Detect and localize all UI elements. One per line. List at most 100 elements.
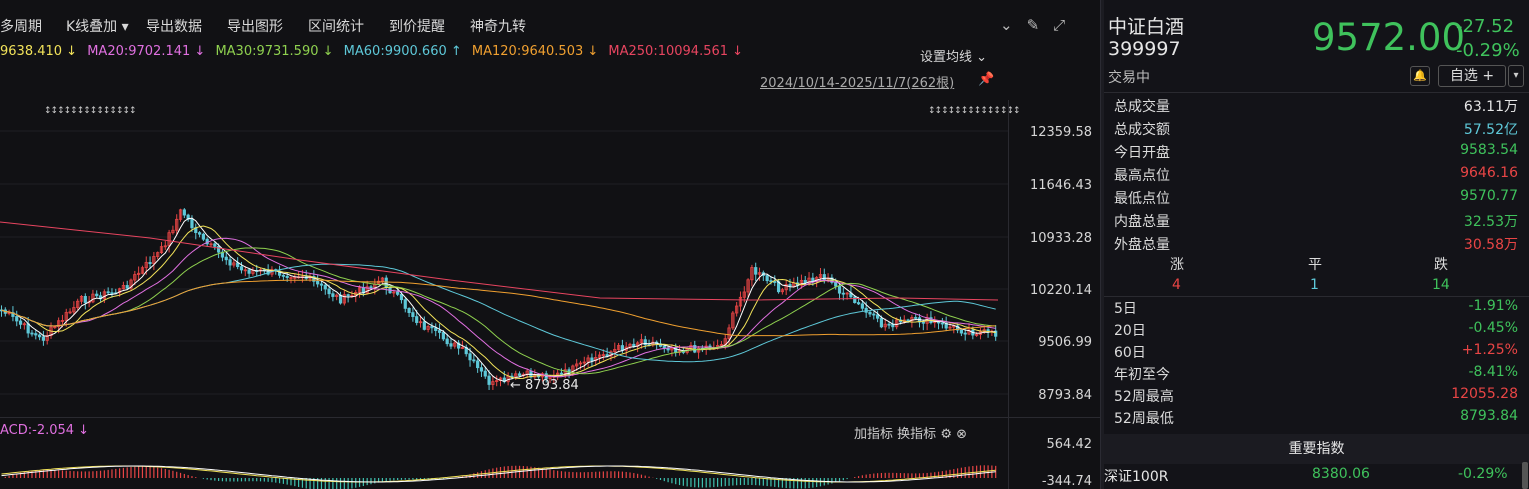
- price-change-pct: -0.29%: [1456, 40, 1520, 61]
- candle-body: [316, 280, 320, 285]
- price-alert-button[interactable]: 到价提醒: [389, 16, 445, 36]
- trading-status: 交易中: [1108, 70, 1150, 86]
- y-tick: 9506.99: [1038, 335, 1092, 350]
- quote-value: 9570.77: [1460, 188, 1518, 204]
- candle-body: [125, 285, 129, 289]
- candle-body: [327, 288, 331, 295]
- candle-body: [834, 282, 838, 287]
- chevron-down-icon[interactable]: ▾: [1508, 65, 1524, 87]
- candle-body: [201, 233, 205, 240]
- candle-body: [856, 302, 861, 305]
- candle-body: [476, 360, 480, 369]
- magic-nine-button[interactable]: 神奇九转: [470, 16, 526, 36]
- candle-body: [773, 281, 777, 283]
- index-name: 深证100R: [1104, 469, 1169, 485]
- candle-body: [872, 313, 876, 316]
- candle-body: [384, 277, 388, 289]
- candle-body: [422, 321, 426, 330]
- candle-body: [213, 243, 217, 247]
- y-tick: 10220.14: [1029, 283, 1092, 298]
- candle-body: [396, 291, 400, 295]
- candle-body: [182, 209, 186, 216]
- kline-overlay-button[interactable]: K线叠加 ▾: [66, 16, 129, 36]
- quote-value: 32.53万: [1463, 214, 1518, 230]
- export-graph-button[interactable]: 导出图形: [227, 16, 283, 36]
- divider: [0, 417, 1100, 418]
- expand-icon[interactable]: ⤢: [1053, 16, 1065, 34]
- quote-row: 最高点位 9646.16: [1114, 165, 1518, 187]
- candle-body: [445, 338, 449, 345]
- important-index-header[interactable]: 重要指数: [1104, 434, 1529, 464]
- candle-body: [468, 353, 472, 361]
- chart-toolbar: 多周期 K线叠加 ▾ 导出数据 导出图形 区间统计 到价提醒 神奇九转 ⌄ ✎ …: [0, 8, 1100, 42]
- candle-body: [472, 359, 476, 362]
- add-watchlist-button[interactable]: 自选 +: [1438, 65, 1506, 87]
- period-value: -1.91%: [1468, 298, 1518, 314]
- macd-chart[interactable]: [0, 440, 1008, 489]
- period-row: 20日 -0.45%: [1114, 320, 1518, 342]
- price-change: -27.52: [1456, 16, 1515, 37]
- quote-key: 总成交量: [1114, 99, 1170, 115]
- candle-body: [190, 218, 194, 229]
- candle-body: [853, 296, 857, 303]
- pin-icon[interactable]: 📌: [978, 72, 994, 87]
- bell-icon[interactable]: 🔔: [1410, 66, 1430, 86]
- chart-panel: 多周期 K线叠加 ▾ 导出数据 导出图形 区间统计 到价提醒 神奇九转 ⌄ ✎ …: [0, 0, 1100, 489]
- divider: [1104, 296, 1529, 297]
- range-stats-button[interactable]: 区间统计: [308, 16, 364, 36]
- candle-body: [403, 299, 407, 309]
- quote-key: 最低点位: [1114, 191, 1170, 207]
- period-value: -8.41%: [1468, 364, 1518, 380]
- period-value: +1.25%: [1461, 342, 1518, 358]
- macd-y-tick: 564.42: [1046, 437, 1093, 452]
- candle-body: [30, 332, 34, 335]
- ma-line: [1, 217, 996, 382]
- candle-body: [411, 312, 415, 317]
- ma-line: [1, 247, 996, 375]
- chevron-circle-icon[interactable]: ⌄: [1000, 16, 1013, 34]
- brush-icon[interactable]: ✎: [1027, 16, 1040, 34]
- ma60-value: MA60:9900.660 ↑: [343, 44, 462, 59]
- set-ma-button[interactable]: 设置均线 ⌄: [920, 46, 987, 65]
- down-count: 14: [1432, 277, 1450, 293]
- candle-body: [940, 322, 944, 325]
- candle-body: [906, 319, 910, 322]
- scrollbar[interactable]: [1522, 462, 1528, 489]
- candle-body: [331, 293, 335, 297]
- candle-body: [662, 345, 666, 349]
- candle-body: [487, 375, 491, 385]
- candle-body: [430, 326, 434, 329]
- export-data-button[interactable]: 导出数据: [146, 16, 202, 36]
- quote-value: 30.58万: [1463, 237, 1518, 253]
- period-key: 5日: [1114, 301, 1137, 317]
- index-value: 8380.06: [1312, 466, 1370, 482]
- candle-body: [868, 311, 872, 315]
- ma120-value: MA120:9640.503 ↓: [471, 44, 599, 59]
- candle-body: [15, 316, 19, 322]
- candle-body: [921, 321, 925, 324]
- ma250-value: MA250:10094.561 ↓: [608, 44, 744, 59]
- ma20-value: MA20:9702.141 ↓: [87, 44, 206, 59]
- macd-value: ACD:-2.054 ↓: [0, 423, 90, 438]
- candle-body: [479, 367, 484, 372]
- candle-body: [236, 262, 240, 268]
- candle-body: [860, 303, 864, 309]
- period-row: 年初至今 -8.41%: [1114, 364, 1518, 386]
- candle-body: [26, 323, 30, 334]
- kline-chart[interactable]: ← 8793.84: [0, 100, 1008, 416]
- y-tick: 12359.58: [1029, 125, 1092, 140]
- multi-period-button[interactable]: 多周期: [0, 16, 42, 36]
- candle-body: [197, 232, 202, 235]
- candle-body: [559, 372, 564, 375]
- date-range[interactable]: 2024/10/14-2025/11/7(262根): [760, 72, 954, 91]
- quote-value: 57.52亿: [1463, 122, 1518, 138]
- ma-line: [1, 225, 996, 380]
- candle-body: [228, 259, 232, 266]
- quote-row: 内盘总量 32.53万: [1114, 211, 1518, 233]
- up-label: 涨: [1170, 257, 1184, 273]
- candle-body: [95, 293, 99, 297]
- period-row: 52周最高 12055.28: [1114, 386, 1518, 408]
- ma10-value: 9638.410 ↓: [0, 44, 78, 59]
- candle-body: [441, 332, 445, 340]
- candle-body: [110, 292, 114, 295]
